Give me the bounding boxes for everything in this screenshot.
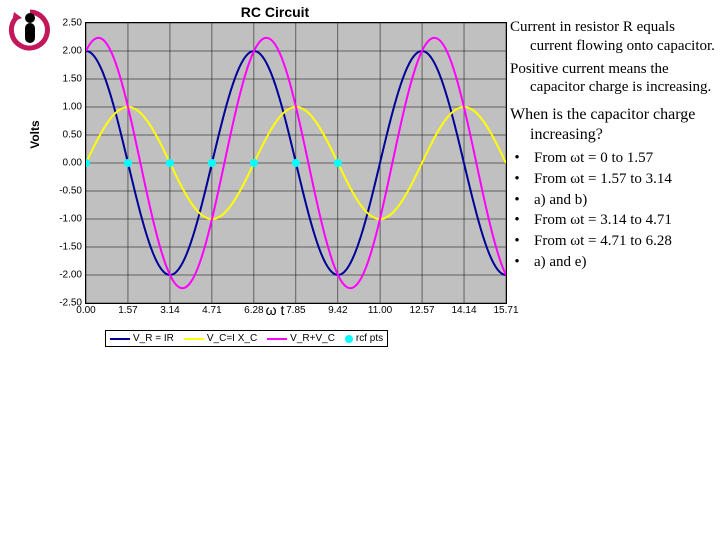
legend-label: V_R+V_C: [290, 333, 335, 344]
option-text: a) and b): [534, 191, 587, 210]
bullet-icon: •: [510, 232, 524, 251]
y-axis-ticks: 2.502.001.501.000.500.00-0.50-1.00-1.50-…: [50, 23, 82, 303]
list-item: • From ωt = 3.14 to 4.71: [510, 211, 715, 230]
option-text: From ωt = 0 to 1.57: [534, 149, 653, 168]
options-list: • From ωt = 0 to 1.57 • From ωt = 1.57 to …: [510, 149, 715, 272]
list-item: • a) and b): [510, 191, 715, 210]
text-panel: Current in resistor R equals current flo…: [510, 18, 715, 274]
bullet-icon: •: [510, 191, 524, 210]
option-text: From ωt = 3.14 to 4.71: [534, 211, 672, 230]
list-item: • From ωt = 4.71 to 6.28: [510, 232, 715, 251]
bullet-icon: •: [510, 149, 524, 168]
x-axis-label: ω t: [45, 302, 505, 318]
legend-item-vc: V_C=I X_C: [184, 333, 257, 344]
legend-swatch-vr: [110, 338, 130, 340]
legend-label: rcf pts: [356, 333, 383, 344]
bullet-icon: •: [510, 170, 524, 189]
plot-svg: [86, 23, 506, 303]
y-axis-label: Volts: [28, 120, 42, 148]
option-text: a) and e): [534, 253, 586, 272]
question-text: When is the capacitor charge increasing?: [510, 105, 715, 145]
plot-area: Volts 2.502.001.501.000.500.00-0.50-1.00…: [85, 22, 507, 304]
legend-swatch-vc: [184, 338, 204, 340]
chart-container: RC Circuit Volts 2.502.001.501.000.500.0…: [45, 4, 505, 304]
list-item: • From ωt = 0 to 1.57: [510, 149, 715, 168]
list-item: • From ωt = 1.57 to 3.14: [510, 170, 715, 189]
chart-title: RC Circuit: [45, 4, 505, 20]
legend-swatch-sum: [267, 338, 287, 340]
legend-item-rcf: rcf pts: [345, 333, 383, 344]
option-text: From ωt = 4.71 to 6.28: [534, 232, 672, 251]
legend: V_R = IR V_C=I X_C V_R+V_C rcf pts: [105, 330, 388, 347]
list-item: • a) and e): [510, 253, 715, 272]
legend-label: V_R = IR: [133, 333, 174, 344]
option-text: From ωt = 1.57 to 3.14: [534, 170, 672, 189]
legend-item-vr: V_R = IR: [110, 333, 174, 344]
legend-dot-rcf: [345, 335, 353, 343]
bullet-icon: •: [510, 211, 524, 230]
legend-item-sum: V_R+V_C: [267, 333, 335, 344]
legend-label: V_C=I X_C: [207, 333, 257, 344]
paragraph: Current in resistor R equals current flo…: [510, 18, 715, 56]
bullet-icon: •: [510, 253, 524, 272]
paragraph: Positive current means the capacitor cha…: [510, 60, 715, 98]
